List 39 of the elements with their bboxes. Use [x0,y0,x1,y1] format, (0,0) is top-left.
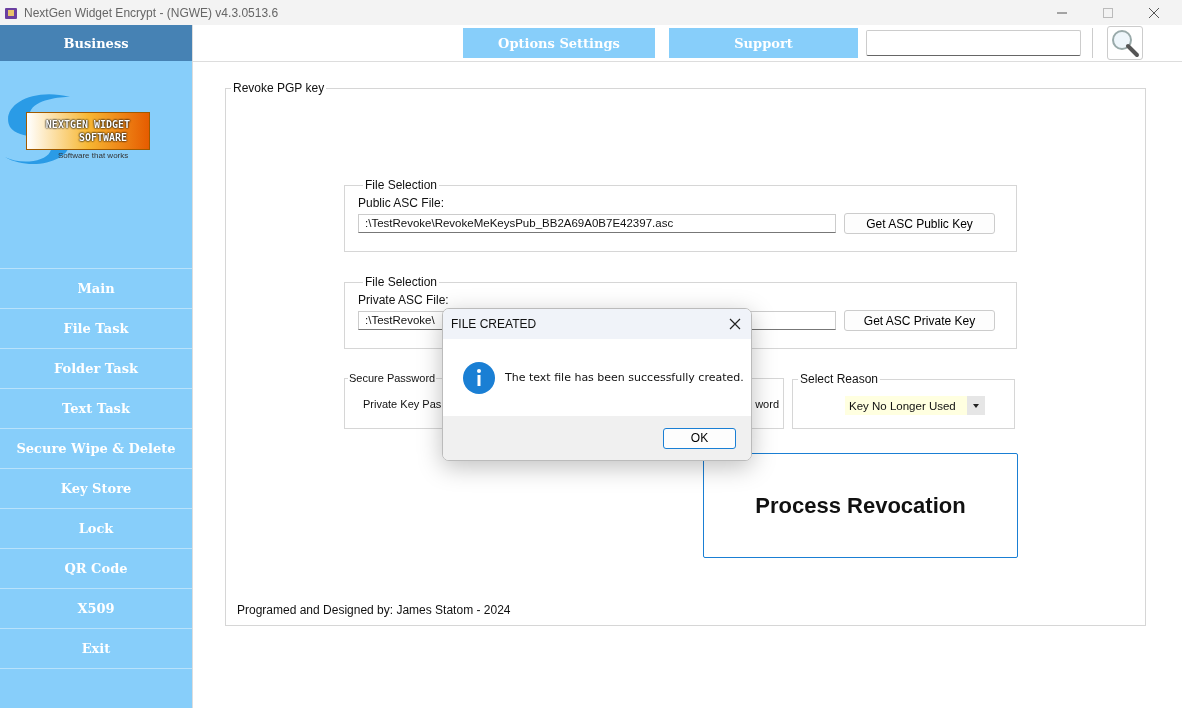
group-title: Secure Password [348,372,437,384]
sidebar-item[interactable]: Text Task [0,389,192,429]
app-icon [4,5,18,20]
sidebar-item[interactable]: Main [0,269,192,309]
window-title: NextGen Widget Encrypt - (NGWE) v4.3.0513.6 [24,5,279,20]
search-field[interactable] [866,30,1081,56]
close-icon[interactable] [729,318,741,330]
info-icon [463,361,495,394]
toolbar-button[interactable]: Options Settings [463,28,655,58]
close-button[interactable] [1148,6,1160,19]
field-label: Private ASC File: [358,293,450,307]
dialog-message: The text file has been successfully created. [505,371,744,384]
toolbar-button[interactable]: Support [669,28,858,58]
sidebar-item[interactable]: File Task [0,309,192,349]
group-title: Revoke PGP key [232,81,326,95]
dialog-title: FILE CREATED [451,317,537,331]
field-label: word [755,398,779,410]
sidebar-item[interactable]: X509 [0,589,192,629]
sidebar-item[interactable]: QR Code [0,549,192,589]
sidebar-item[interactable]: Lock [0,509,192,549]
sidebar-item[interactable]: Exit [0,629,192,669]
credits-text: Programed and Designed by: James Statom - 2024 [237,603,511,617]
sidebar-item[interactable]: Key Store [0,469,192,509]
sidebar-item[interactable]: Secure Wipe & Delete [0,429,192,469]
process-button[interactable]: Process Revocation [703,453,1018,558]
field-label: Private Key Pas [363,398,442,410]
sidebar-header: Business [0,25,192,61]
logo: NEXTGEN WIDGET SOFTWARE Software that works [0,87,192,202]
group-title: File Selection [364,178,439,192]
browse-button[interactable]: Get ASC Private Key [844,310,995,331]
group-title: Select Reason [799,372,880,386]
browse-button[interactable]: Get ASC Public Key [844,213,995,234]
search-button[interactable] [1107,26,1143,60]
field-label: Public ASC File: [358,196,446,210]
sidebar-item[interactable]: Folder Task [0,349,192,389]
ok-button[interactable]: OK [663,427,736,449]
file-path-field[interactable]: :\TestRevoke\RevokeMeKeysPub_BB2A69A0B7E42397.asc [358,214,836,233]
group-title: File Selection [364,275,439,289]
caret-icon [973,403,979,408]
